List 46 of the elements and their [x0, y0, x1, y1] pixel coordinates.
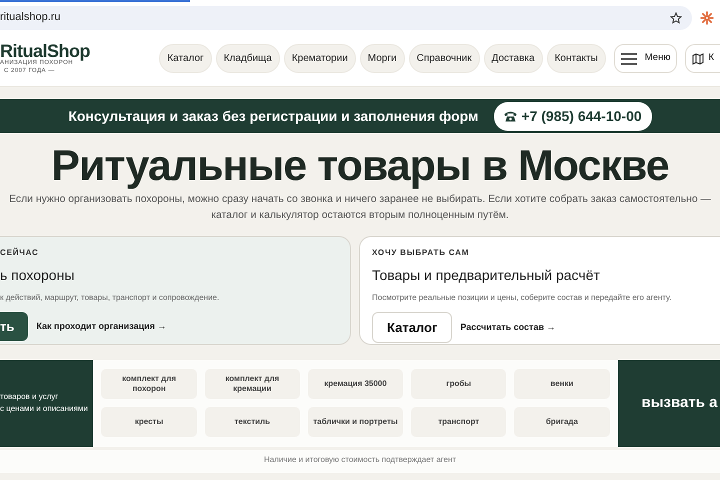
telephone-icon	[504, 110, 518, 122]
category-chip[interactable]: комплект для похорон	[101, 369, 197, 400]
menu-button[interactable]: Меню	[614, 44, 678, 73]
nav-link[interactable]: Морги	[360, 44, 405, 73]
category-chip[interactable]: транспорт	[411, 407, 506, 438]
card-title: Товары и предварительный расчёт	[372, 266, 601, 285]
address-bar[interactable]: ritualshop.ru	[0, 6, 692, 30]
category-chip[interactable]: венки	[514, 369, 610, 400]
category-chip[interactable]: гробы	[411, 369, 506, 400]
category-chip[interactable]: кремация 35000	[308, 369, 404, 400]
nav-link[interactable]: Крематории	[284, 44, 356, 73]
card-button[interactable]: ть	[0, 312, 28, 342]
card-eyebrow: СЕЙЧАС	[0, 246, 40, 259]
nav-link[interactable]: Справочник	[408, 44, 480, 73]
card-link[interactable]: Как проходит организация →	[36, 320, 166, 334]
category-chip[interactable]: текстиль	[204, 407, 300, 438]
card-title: ь похороны	[0, 266, 76, 285]
nav-link[interactable]: Каталог	[159, 44, 212, 73]
call-agent-button[interactable]: вызвать а	[618, 360, 720, 447]
nav-link[interactable]: Кладбища	[216, 44, 280, 73]
phone-link[interactable]: +7 (985) 644-10-00	[494, 102, 652, 130]
category-chip[interactable]: бригада	[514, 407, 610, 438]
nav-link[interactable]: Доставка	[484, 44, 543, 73]
bookmark-star-icon[interactable]	[670, 12, 682, 24]
map-icon	[692, 52, 704, 64]
footnote-text: Наличие и итоговую стоимость подтверждает агент	[0, 450, 720, 473]
card-link[interactable]: Рассчитать состав →	[460, 320, 556, 334]
menu-icon	[620, 52, 637, 64]
page-title: Ритуальные товары в Москве	[50, 143, 670, 190]
category-chip[interactable]: таблички и портреты	[308, 407, 404, 438]
banner-text: Консультация и заказ без регистрации и заполнения форм	[68, 106, 478, 126]
category-chip[interactable]: комплект для кремации	[204, 369, 300, 400]
intro-text: с ценами и описаниями	[0, 403, 89, 416]
intro-text: товаров и услуг	[0, 391, 60, 404]
card-description: к действий, маршрут, товары, транспорт и сопровождение.	[0, 292, 220, 304]
card-button[interactable]: Каталог	[372, 312, 452, 344]
card-description: Посмотрите реальные позиции и цены, соберите состав и передайте его агенту.	[372, 292, 672, 304]
sunburst-icon[interactable]	[700, 10, 714, 24]
logo-text[interactable]: RitualShop	[0, 42, 90, 60]
category-chip[interactable]: кресты	[101, 407, 197, 438]
call-agent-text: вызвать а	[642, 392, 718, 413]
intro-paragraph: Если нужно организовать похороны, можно сразу начать со звонка и ничего заранее не выбирать. Если хотите собрать заказ самостоятельно — каталог и калькулятор остаются вторым полноценным путём.	[8, 193, 712, 223]
nav-link[interactable]: Контакты	[546, 44, 606, 73]
card-eyebrow: ХОЧУ ВЫБРАТЬ САМ	[372, 246, 470, 259]
map-button[interactable]: К	[685, 44, 720, 73]
url-text: ritualshop.ru	[0, 10, 62, 26]
